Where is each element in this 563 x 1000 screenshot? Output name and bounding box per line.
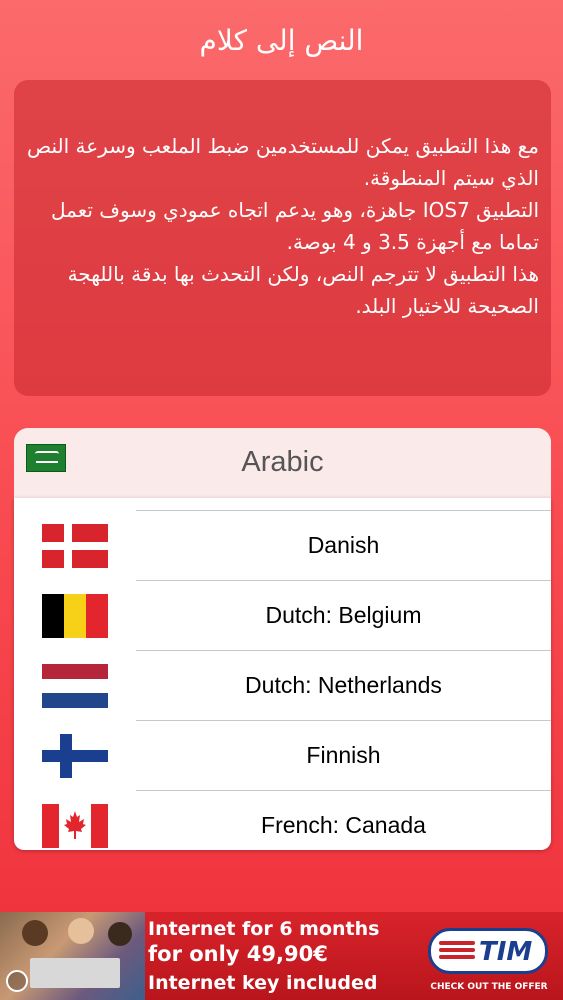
tim-logo-icon: TIM: [428, 928, 548, 974]
netherlands-flag-icon: [42, 664, 108, 708]
description-box: مع هذا التطبيق يمكن للمستخدمين ضبط الملع…: [14, 80, 551, 396]
canada-flag-icon: [42, 804, 108, 848]
language-picker[interactable]: Danish Dutch: Belgium Dutch: Netherlands…: [14, 498, 551, 850]
language-item-label: Dutch: Belgium: [265, 602, 422, 628]
language-item-dutch-belgium[interactable]: Dutch: Belgium: [14, 580, 551, 650]
ad-banner[interactable]: Internet for 6 months for only 49,90€ In…: [0, 912, 563, 1000]
selected-language-label: Arabic: [241, 446, 324, 478]
description-line-1: مع هذا التطبيق يمكن للمستخدمين ضبط الملع…: [26, 134, 539, 190]
language-item-label: French: Canada: [261, 812, 426, 838]
ad-line-2: for only 49,90€: [148, 942, 328, 966]
selected-language-bar[interactable]: Arabic: [14, 428, 551, 498]
language-item-label: Finnish: [306, 742, 381, 768]
description-line-3: هذا التطبيق لا تترجم النص، ولكن التحدث ب…: [67, 262, 539, 318]
denmark-flag-icon: [42, 524, 108, 568]
ad-photo: [0, 912, 145, 1000]
description-line-2: التطبيق IOS7 جاهزة، وهو يدعم اتجاه عمودي…: [51, 198, 539, 254]
ad-cta: CHECK OUT THE OFFER: [430, 982, 548, 992]
language-item-danish[interactable]: Danish: [14, 510, 551, 580]
language-item-finnish[interactable]: Finnish: [14, 720, 551, 790]
belgium-flag-icon: [42, 594, 108, 638]
language-item-label: Dutch: Netherlands: [245, 672, 442, 698]
ad-brand: TIM: [479, 937, 533, 967]
ad-line-3: Internet key included: [148, 972, 378, 994]
page-title: النص إلى كلام: [199, 24, 364, 57]
language-item-dutch-netherlands[interactable]: Dutch: Netherlands: [14, 650, 551, 720]
finland-flag-icon: [42, 734, 108, 778]
language-item-french-canada[interactable]: French: Canada: [14, 790, 551, 850]
language-item-label: Danish: [307, 532, 380, 558]
ad-line-1: Internet for 6 months: [148, 918, 380, 940]
